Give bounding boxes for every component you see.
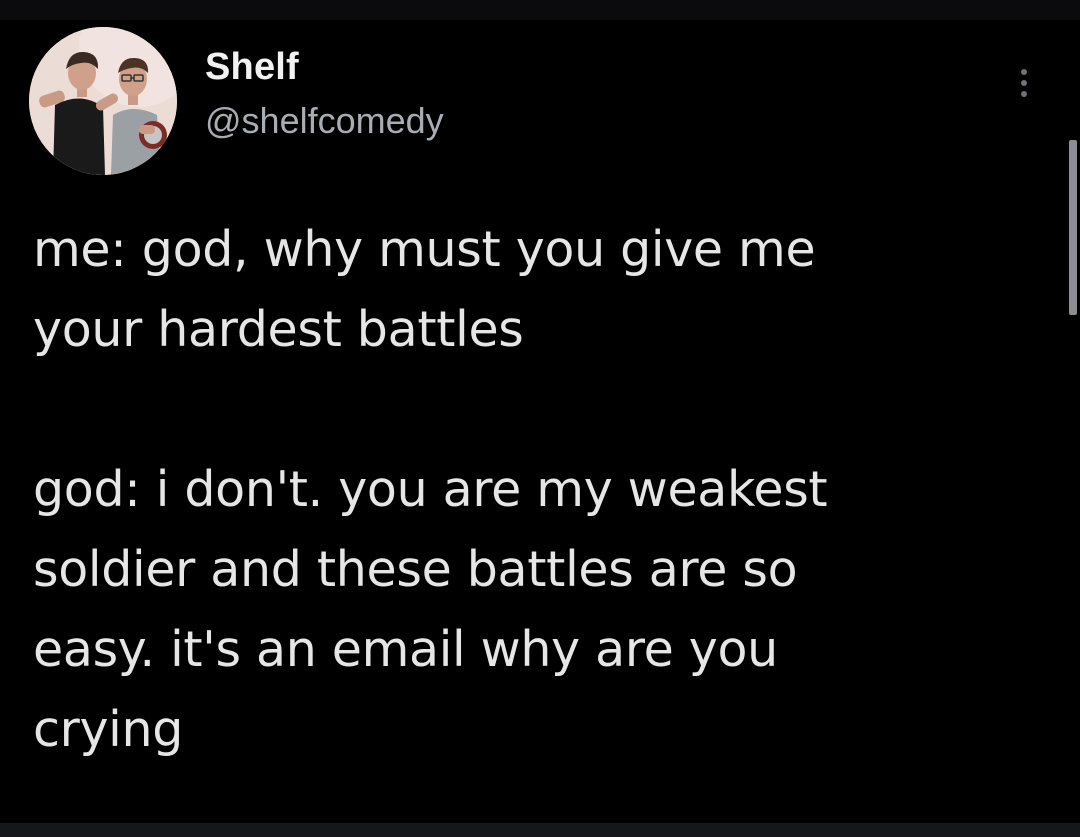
- tweet-text-line: soldier and these battles are so: [33, 541, 798, 598]
- tweet-text: me: god, why must you give me your harde…: [33, 210, 1043, 770]
- top-bar: [0, 0, 1080, 21]
- tweet-text-line: crying: [33, 701, 184, 758]
- user-handle[interactable]: @shelfcomedy: [205, 100, 444, 142]
- avatar[interactable]: [29, 27, 177, 175]
- tweet-text-line: easy. it's an email why are you: [33, 621, 778, 678]
- more-vertical-icon: [1021, 69, 1027, 75]
- tweet-text-line: me: god, why must you give me: [33, 221, 816, 278]
- author-block: Shelf @shelfcomedy: [205, 44, 444, 142]
- display-name[interactable]: Shelf: [205, 44, 444, 90]
- more-options-button[interactable]: [1006, 56, 1042, 110]
- more-vertical-icon-dot: [1021, 80, 1027, 86]
- tweet-text-line: your hardest battles: [33, 301, 524, 358]
- tweet-text-line: god: i don't. you are my weakest: [33, 461, 828, 518]
- avatar-photo: [29, 27, 177, 175]
- more-vertical-icon-dot: [1021, 91, 1027, 97]
- scrollbar-thumb[interactable]: [1069, 140, 1077, 315]
- tweet-card: Shelf @shelfcomedy me: god, why must you…: [0, 20, 1080, 823]
- bottom-bar: [0, 823, 1080, 837]
